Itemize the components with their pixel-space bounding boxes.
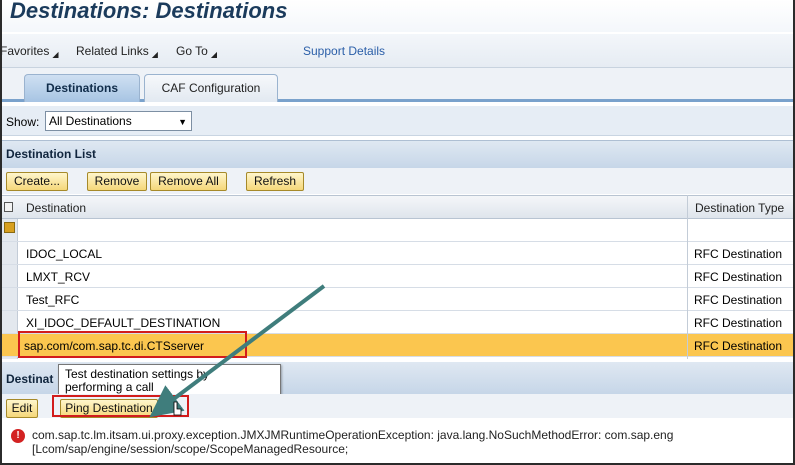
row-destination-type: RFC Destination — [694, 339, 783, 353]
filter-row — [2, 219, 793, 242]
menu-favorites[interactable]: Favorites ◢ — [0, 44, 59, 59]
tab-caf-configuration[interactable]: CAF Configuration — [144, 74, 278, 102]
table-header: Destination Destination Type — [2, 195, 793, 219]
row-destination-type: RFC Destination — [694, 270, 783, 284]
row-destination-name: Test_RFC — [26, 293, 80, 307]
row-destination-type: RFC Destination — [694, 293, 783, 307]
select-all-icon[interactable] — [4, 202, 13, 212]
support-details-link[interactable]: Support Details — [303, 44, 385, 58]
row-destination-type: RFC Destination — [694, 316, 783, 330]
error-message-bar: ! com.sap.tc.lm.itsam.ui.proxy.exception… — [2, 422, 793, 462]
menu-related-links-label: Related Links — [76, 44, 149, 58]
row-destination-type: RFC Destination — [694, 247, 783, 261]
error-line-2: [Lcom/sap/engine/session/scope/ScopeMana… — [32, 442, 349, 456]
filter-icon[interactable] — [4, 222, 15, 233]
menu-related-links[interactable]: Related Links ◢ — [76, 44, 158, 59]
error-line-1: com.sap.tc.lm.itsam.ui.proxy.exception.J… — [32, 428, 674, 442]
table-row[interactable]: LMXT_RCV RFC Destination — [2, 265, 793, 288]
tooltip-line-2: performing a call — [65, 380, 154, 394]
row-destination-name: XI_IDOC_DEFAULT_DESTINATION — [26, 316, 221, 330]
highlight-box — [52, 395, 189, 417]
page-title: Destinations: Destinations — [10, 0, 288, 23]
show-dropdown-value: All Destinations — [49, 114, 132, 128]
menu-bar: Favorites ◢ Related Links ◢ Go To ◢ Support… — [2, 34, 793, 68]
remove-all-button[interactable]: Remove All — [150, 172, 227, 191]
menu-go-to[interactable]: Go To ◢ — [176, 44, 217, 59]
column-header-destination[interactable]: Destination — [26, 201, 86, 215]
row-destination-name: IDOC_LOCAL — [26, 247, 103, 261]
show-label: Show: — [6, 115, 40, 129]
remove-button[interactable]: Remove — [87, 172, 147, 191]
ping-tooltip: Test destination settings by performing … — [58, 364, 281, 398]
filter-row: Show: All Destinations ▼ — [2, 106, 793, 136]
caret-down-icon: ◢ — [52, 50, 59, 59]
tab-destinations[interactable]: Destinations — [24, 74, 140, 102]
dropdown-arrow-icon: ▼ — [178, 117, 187, 127]
destination-list-title: Destination List — [6, 147, 97, 161]
title-bar: Destinations: Destinations — [2, 0, 793, 32]
table-row[interactable]: IDOC_LOCAL RFC Destination — [2, 242, 793, 265]
caret-down-icon: ◢ — [210, 50, 217, 59]
column-divider — [687, 195, 688, 359]
table-row[interactable]: Test_RFC RFC Destination — [2, 288, 793, 311]
edit-button[interactable]: Edit — [6, 399, 38, 418]
column-header-type[interactable]: Destination Type — [695, 201, 784, 215]
error-message: com.sap.tc.lm.itsam.ui.proxy.exception.J… — [32, 428, 673, 456]
tab-strip: Destinations CAF Configuration — [2, 68, 793, 102]
destination-details-title: Destinat — [6, 372, 54, 386]
app-window: Destinations: Destinations Favorites ◢ Re… — [0, 0, 795, 465]
row-destination-name: LMXT_RCV — [26, 270, 91, 284]
menu-go-to-label: Go To — [176, 44, 208, 58]
caret-down-icon: ◢ — [151, 50, 158, 59]
destination-list-header: Destination List — [2, 140, 793, 168]
destination-list-toolbar: Create... Remove Remove All Refresh — [2, 168, 793, 194]
refresh-button[interactable]: Refresh — [246, 172, 304, 191]
show-dropdown[interactable]: All Destinations ▼ — [45, 111, 192, 131]
menu-favorites-label: Favorites — [0, 44, 50, 58]
create-button[interactable]: Create... — [6, 172, 68, 191]
highlight-box — [18, 331, 247, 358]
error-icon: ! — [11, 429, 25, 443]
